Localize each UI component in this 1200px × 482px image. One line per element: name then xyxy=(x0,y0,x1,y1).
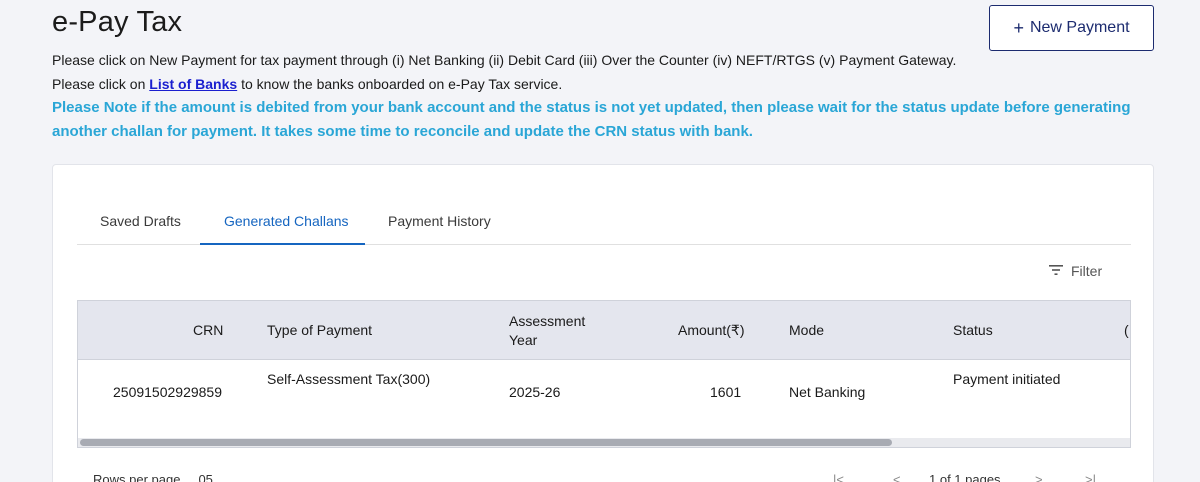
info-banks-prefix: Please click on xyxy=(52,76,150,92)
list-of-banks-link[interactable]: List of Banks xyxy=(149,76,237,92)
rows-per-page-label: Rows per page xyxy=(93,472,181,482)
cell-assessment-year: 2025-26 xyxy=(509,384,561,400)
cell-type-of-payment: Self-Assessment Tax(300) xyxy=(267,371,431,387)
header-more-column: ( xyxy=(1124,322,1129,338)
header-type-of-payment[interactable]: Type of Payment xyxy=(267,322,372,338)
rows-per-page: Rows per page 05 xyxy=(93,472,213,482)
filter-icon xyxy=(1048,263,1064,279)
table-header: CRN Type of Payment Assessment Year Amou… xyxy=(78,301,1130,360)
filter-button[interactable]: Filter xyxy=(1048,263,1102,279)
filter-label: Filter xyxy=(1071,263,1103,279)
cell-status: Payment initiated xyxy=(953,371,1061,387)
info-payment-methods: Please click on New Payment for tax paym… xyxy=(52,52,957,68)
status-note: Please Note if the amount is debited fro… xyxy=(52,99,1131,140)
next-page-icon[interactable]: > xyxy=(1035,472,1043,482)
challans-card: Saved Drafts Generated Challans Payment … xyxy=(52,164,1154,482)
cell-amount: 1601 xyxy=(710,384,742,400)
first-page-icon[interactable]: |< xyxy=(833,472,844,482)
page-title: e-Pay Tax xyxy=(52,6,183,38)
horizontal-scrollbar[interactable] xyxy=(78,438,1130,447)
tab-payment-history[interactable]: Payment History xyxy=(388,213,491,229)
last-page-icon[interactable]: >| xyxy=(1085,472,1096,482)
new-payment-button[interactable]: + New Payment xyxy=(989,5,1154,51)
prev-page-icon[interactable]: < xyxy=(893,472,901,482)
tab-saved-drafts[interactable]: Saved Drafts xyxy=(100,213,181,229)
header-amount[interactable]: Amount(₹) xyxy=(678,322,744,339)
active-tab-indicator xyxy=(200,243,365,245)
header-status[interactable]: Status xyxy=(953,322,993,338)
challans-table: CRN Type of Payment Assessment Year Amou… xyxy=(77,300,1131,448)
plus-icon: + xyxy=(1013,18,1024,38)
header-assessment-year[interactable]: Assessment Year xyxy=(509,312,599,350)
rows-per-page-select[interactable]: 05 xyxy=(198,472,212,482)
cell-mode: Net Banking xyxy=(789,384,866,400)
new-payment-label: New Payment xyxy=(1029,19,1130,36)
scrollbar-thumb[interactable] xyxy=(80,439,892,446)
tab-generated-challans[interactable]: Generated Challans xyxy=(224,213,349,229)
info-banks-suffix: to know the banks onboarded on e-Pay Tax… xyxy=(237,76,563,92)
header-mode[interactable]: Mode xyxy=(789,322,824,338)
info-banks: Please click on List of Banks to know th… xyxy=(52,76,562,92)
page-info: 1 of 1 pages xyxy=(929,472,1001,482)
tab-bar: Saved Drafts Generated Challans Payment … xyxy=(77,201,1131,245)
cell-crn: 25091502929859 xyxy=(113,384,223,400)
header-crn[interactable]: CRN xyxy=(193,322,223,338)
